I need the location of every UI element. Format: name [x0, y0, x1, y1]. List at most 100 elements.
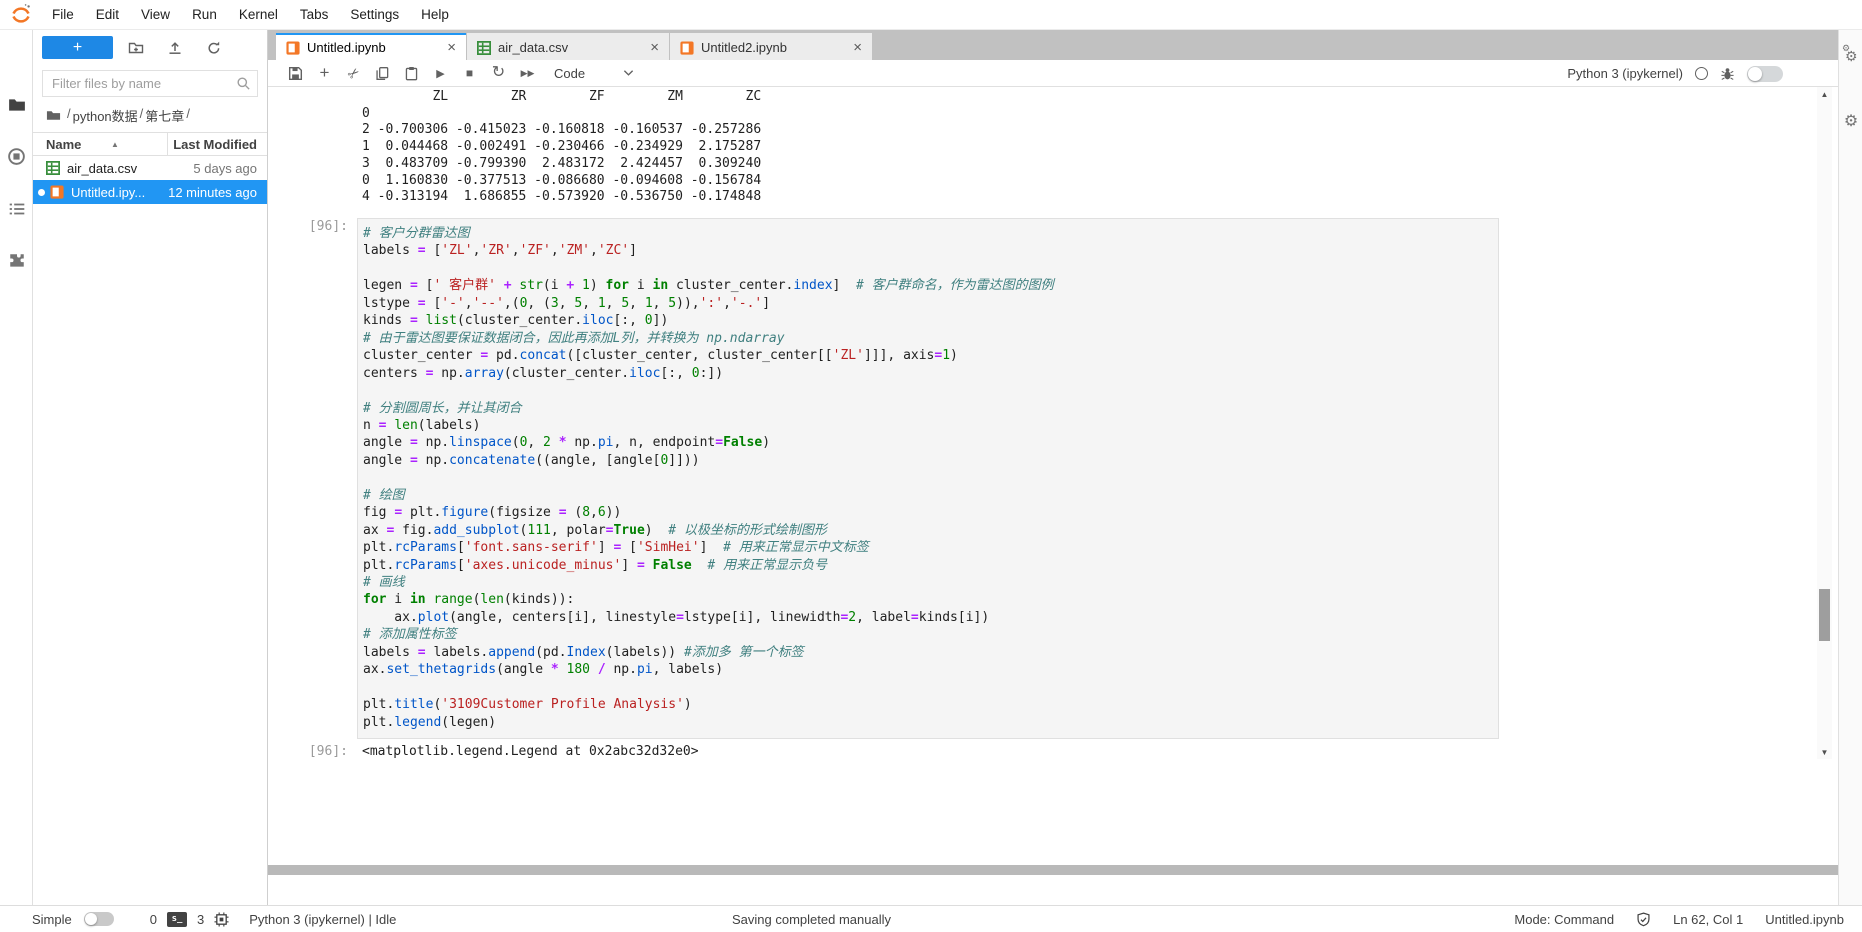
new-launcher-button[interactable]: +	[42, 36, 113, 59]
add-cell-icon[interactable]: +	[310, 61, 339, 85]
kernel-status-icon	[1695, 67, 1708, 80]
code-line[interactable]: kinds = list(cluster_center.iloc[:, 0])	[363, 312, 1498, 329]
code-line[interactable]: # 由于雷达图要保证数据闭合，因此再添加L列，并转换为 np.ndarray	[363, 330, 1498, 347]
terminals-count[interactable]: 0	[150, 912, 157, 927]
new-folder-icon[interactable]	[125, 38, 147, 58]
file-row[interactable]: Untitled.ipy... 12 minutes ago	[33, 180, 267, 204]
code-line[interactable]: plt.rcParams['axes.unicode_minus'] = Fal…	[363, 557, 1498, 574]
cell-type-dropdown[interactable]: Code	[554, 61, 634, 85]
vertical-scrollbar[interactable]: ▲ ▼	[1817, 87, 1832, 759]
restart-run-all-icon[interactable]: ▶▶	[513, 61, 542, 85]
code-line[interactable]: legen = [' 客户群' + str(i + 1) for i in cl…	[363, 277, 1498, 294]
close-icon[interactable]: ×	[638, 40, 659, 55]
code-line[interactable]: # 客户分群雷达图	[363, 225, 1498, 242]
code-line[interactable]: plt.title('3109Customer Profile Analysis…	[363, 696, 1498, 713]
code-line[interactable]: fig = plt.figure(figsize = (8,6))	[363, 504, 1498, 521]
menu-item-edit[interactable]: Edit	[85, 0, 130, 29]
scrollbar-thumb[interactable]	[1819, 589, 1830, 641]
restart-kernel-icon[interactable]: ↻	[484, 61, 513, 85]
cut-cells-icon[interactable]: ✂	[339, 61, 368, 85]
code-line[interactable]: # 分割圆周长，并让其闭合	[363, 400, 1498, 417]
interrupt-kernel-icon[interactable]: ■	[455, 61, 484, 85]
column-header-modified[interactable]: Last Modified	[173, 137, 257, 152]
debugger-bug-icon[interactable]	[1720, 66, 1735, 81]
code-line[interactable]: ax.set_thetagrids(angle * 180 / np.pi, l…	[363, 661, 1498, 678]
code-line[interactable]: angle = np.concatenate((angle, [angle[0]…	[363, 452, 1498, 469]
extension-manager-icon[interactable]	[6, 250, 27, 271]
menu-item-settings[interactable]: Settings	[339, 0, 410, 29]
code-line[interactable]: n = len(labels)	[363, 417, 1498, 434]
code-line[interactable]	[363, 469, 1498, 486]
table-of-contents-icon[interactable]	[6, 198, 27, 219]
home-folder-icon[interactable]	[46, 108, 61, 123]
code-line[interactable]: for i in range(len(kinds)):	[363, 591, 1498, 608]
menu-item-tabs[interactable]: Tabs	[289, 0, 340, 29]
file-row[interactable]: air_data.csv 5 days ago	[33, 156, 267, 180]
output-prompt: [96]:	[308, 744, 348, 759]
menu-item-run[interactable]: Run	[181, 0, 228, 29]
chevron-down-icon	[623, 70, 634, 76]
code-line[interactable]: angle = np.linspace(0, 2 * np.pi, n, end…	[363, 434, 1498, 451]
kernel-toggle[interactable]	[1747, 65, 1783, 82]
trust-shield-icon[interactable]	[1636, 911, 1651, 927]
upload-icon[interactable]	[164, 38, 186, 58]
file-name: Untitled.ipy...	[71, 184, 146, 200]
file-browser-icon[interactable]	[6, 94, 27, 115]
close-icon[interactable]: ×	[841, 40, 862, 55]
paste-cells-icon[interactable]	[397, 61, 426, 85]
code-editor[interactable]: # 客户分群雷达图 labels = ['ZL','ZR','ZF','ZM','…	[357, 218, 1499, 740]
kernels-count[interactable]: 3	[197, 912, 204, 927]
code-line[interactable]: plt.rcParams['font.sans-serif'] = ['SimH…	[363, 539, 1498, 556]
code-line[interactable]	[363, 382, 1498, 399]
menu-item-help[interactable]: Help	[410, 0, 460, 29]
kernel-name[interactable]: Python 3 (ipykernel)	[1567, 66, 1683, 81]
tab-label: Untitled2.ipynb	[701, 40, 787, 55]
code-line[interactable]: # 绘图	[363, 487, 1498, 504]
horizontal-scrollbar-thumb[interactable]	[108, 865, 1838, 875]
code-line[interactable]: # 添加属性标签	[363, 626, 1498, 643]
menu-item-file[interactable]: File	[41, 0, 85, 29]
code-line[interactable]: lstype = ['-','--',(0, (3, 5, 1, 5, 1, 5…	[363, 295, 1498, 312]
menu-item-kernel[interactable]: Kernel	[228, 0, 289, 29]
code-line[interactable]: # 画线	[363, 574, 1498, 591]
tab-Untitled.ipynb[interactable]: Untitled.ipynb ×	[276, 33, 466, 60]
code-line[interactable]: labels = ['ZL','ZR','ZF','ZM','ZC']	[363, 242, 1498, 259]
cursor-position[interactable]: Ln 62, Col 1	[1673, 912, 1743, 927]
tab-Untitled2.ipynb[interactable]: Untitled2.ipynb ×	[670, 33, 872, 60]
kernel-chip-icon[interactable]	[214, 911, 229, 927]
breadcrumb-item[interactable]: python数据	[73, 106, 138, 125]
file-modified: 5 days ago	[193, 160, 257, 176]
save-icon[interactable]	[281, 61, 310, 85]
file-name: air_data.csv	[67, 160, 138, 176]
breadcrumb-item[interactable]: 第七章	[145, 106, 184, 125]
csv-file-icon	[46, 161, 61, 175]
notebook-toolbar: + ✂ ▶ ■ ↻ ▶▶ Code Python 3 (ipykernel)	[268, 60, 1838, 87]
tab-air_data.csv[interactable]: air_data.csv ×	[467, 33, 669, 60]
running-sessions-icon[interactable]	[6, 146, 27, 167]
run-cell-icon[interactable]: ▶	[426, 61, 455, 85]
menu-item-view[interactable]: View	[130, 0, 181, 29]
code-line[interactable]: centers = np.array(cluster_center.iloc[:…	[363, 365, 1498, 382]
mode-indicator[interactable]: Mode: Command	[1514, 912, 1614, 927]
code-line[interactable]	[363, 679, 1498, 696]
copy-cells-icon[interactable]	[368, 61, 397, 85]
close-icon[interactable]: ×	[435, 40, 456, 55]
filter-files-input[interactable]	[43, 71, 257, 96]
notebook-file-icon	[680, 40, 694, 55]
simple-mode-toggle[interactable]	[83, 912, 114, 926]
property-inspector-gears-icon[interactable]: ⚙ ⚙	[1841, 43, 1861, 66]
code-line[interactable]: cluster_center = pd.concat([cluster_cent…	[363, 347, 1498, 364]
refresh-icon[interactable]	[203, 38, 225, 58]
terminal-icon[interactable]: s_	[166, 911, 187, 927]
horizontal-scrollbar[interactable]	[35, 865, 1838, 875]
code-line[interactable]	[363, 260, 1498, 277]
scroll-down-icon[interactable]: ▼	[1817, 745, 1832, 759]
scroll-up-icon[interactable]: ▲	[1817, 87, 1832, 101]
settings-gear-icon[interactable]: ⚙	[1841, 110, 1861, 132]
code-line[interactable]: ax.plot(angle, centers[i], linestyle=lst…	[363, 609, 1498, 626]
kernel-status-text[interactable]: Python 3 (ipykernel) | Idle	[249, 912, 396, 927]
column-header-name[interactable]: Name	[46, 137, 81, 152]
code-line[interactable]: plt.legend(legen)	[363, 714, 1498, 731]
code-line[interactable]: ax = fig.add_subplot(111, polar=True) # …	[363, 522, 1498, 539]
code-line[interactable]: labels = labels.append(pd.Index(labels))…	[363, 644, 1498, 661]
